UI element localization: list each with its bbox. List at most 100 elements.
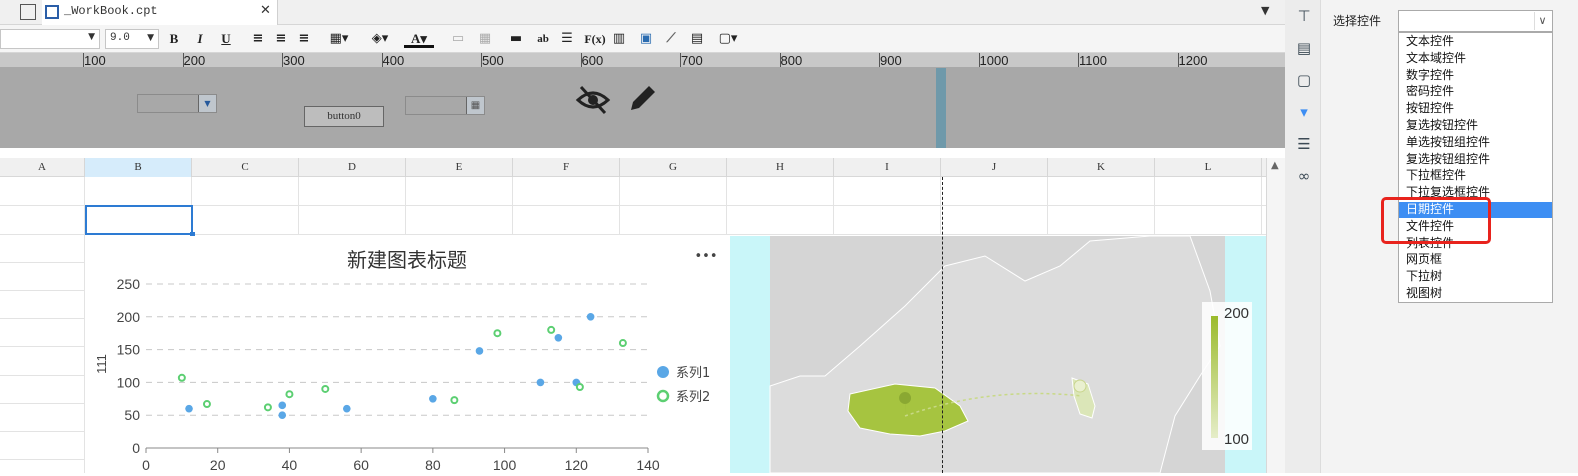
fill-color-icon[interactable]: ◈▾ [366, 30, 394, 48]
slash-icon[interactable]: ⟋ [663, 30, 679, 48]
grid-col-line [405, 177, 406, 235]
underline-button[interactable]: U [218, 30, 234, 48]
more-tools-icon[interactable]: ▢▾ [714, 30, 742, 48]
layout-icon[interactable]: ⊤ [1294, 6, 1314, 26]
bold-button[interactable]: B [166, 30, 182, 48]
font-color-icon[interactable]: A▾ [404, 30, 434, 48]
widget-option[interactable]: 复选按钮组控件 [1406, 151, 1490, 168]
scatter-point[interactable] [586, 313, 595, 321]
scatter-point[interactable] [554, 333, 563, 342]
link-icon[interactable]: ∞ [1294, 166, 1314, 186]
scatter-point[interactable] [185, 404, 193, 413]
dropdown-widget[interactable]: ▼ [137, 94, 217, 113]
font-size-select[interactable]: 9.0 ▼ [105, 29, 159, 49]
scatter-point[interactable] [278, 411, 287, 419]
scatter-point[interactable] [575, 382, 584, 391]
column-header-b[interactable]: B [85, 158, 192, 177]
chart-menu-icon[interactable]: ••• [694, 249, 717, 264]
tab-menu-icon[interactable]: ▼ [1261, 4, 1269, 17]
scatter-point[interactable] [547, 325, 556, 334]
close-icon[interactable]: ✕ [260, 3, 271, 18]
ruler-tick [1177, 53, 1179, 67]
column-header-a[interactable]: A [0, 158, 85, 177]
wrap-text-icon[interactable]: ☰ [559, 30, 575, 48]
column-header-g[interactable]: G [620, 158, 727, 177]
image-icon[interactable]: ▣ [637, 30, 655, 48]
chevron-down-icon: ▼ [198, 95, 216, 112]
widget-option[interactable]: 密码控件 [1406, 83, 1454, 100]
map-chart[interactable]: 200 100 [730, 236, 1266, 473]
widget-type-select[interactable]: ∨ [1398, 10, 1553, 32]
column-header-c[interactable]: C [192, 158, 299, 177]
grid-icon[interactable] [20, 4, 36, 20]
scatter-point[interactable] [285, 390, 294, 399]
x-tick-label: 40 [282, 457, 298, 473]
grid-row-line [0, 262, 85, 263]
insert-line-icon[interactable]: ▬ [508, 30, 524, 48]
widget-option[interactable]: 单选按钮组控件 [1406, 134, 1490, 151]
scatter-chart[interactable]: 新建图表标题 ••• 0 50 100 150 200 250 0 20 40 60 80 100 120 1… [86, 236, 728, 473]
text-icon[interactable]: ab [534, 30, 552, 48]
scatter-point[interactable] [321, 384, 330, 393]
column-header-i[interactable]: I [834, 158, 941, 177]
button-widget[interactable]: button0 [304, 106, 384, 127]
grid-col-line [512, 177, 513, 235]
column-header-d[interactable]: D [299, 158, 406, 177]
font-name-select[interactable]: ▼ [0, 29, 100, 49]
scatter-point[interactable] [202, 400, 211, 409]
frame-icon[interactable]: ▢ [1294, 70, 1314, 90]
unmerge-cells-icon[interactable]: ▦ [477, 30, 493, 48]
stack-icon[interactable]: ☰ [1294, 134, 1314, 154]
widget-option[interactable]: 复选按钮控件 [1406, 117, 1478, 134]
column-header-e[interactable]: E [406, 158, 513, 177]
chevron-down-icon: ▼ [147, 33, 154, 43]
scatter-point[interactable] [278, 401, 287, 410]
subreport-icon[interactable]: ▤ [689, 30, 705, 48]
italic-button[interactable]: I [192, 30, 208, 48]
splitter-bar[interactable] [936, 68, 946, 148]
scroll-up-icon[interactable]: ▲ [1271, 160, 1279, 171]
column-header-l[interactable]: L [1155, 158, 1262, 177]
format-toolbar: ▼ 9.0 ▼ B I U ≡ ≡ ≡ ▦▾ ◈▾ A▾ ▭ ▦ ▬ ab ☰ … [0, 25, 1285, 53]
scatter-point[interactable] [343, 404, 351, 413]
column-header-j[interactable]: J [941, 158, 1048, 177]
scatter-point[interactable] [177, 373, 186, 382]
widget-option[interactable]: 文本域控件 [1406, 50, 1466, 67]
formula-icon[interactable]: F(x) [584, 30, 606, 48]
widget-option[interactable]: 文本控件 [1406, 33, 1454, 50]
column-header-h[interactable]: H [727, 158, 834, 177]
dropdown-widget-icon[interactable]: ▾ [1294, 102, 1314, 122]
y-tick-label: 100 [117, 374, 141, 390]
ruler-mark: 800 [780, 53, 803, 68]
pencil-icon[interactable] [627, 82, 659, 114]
column-header-k[interactable]: K [1048, 158, 1155, 177]
merge-cells-icon[interactable]: ▭ [450, 30, 466, 48]
eye-hidden-icon[interactable] [575, 84, 611, 116]
widget-option[interactable]: 下拉树 [1406, 268, 1442, 285]
scatter-point[interactable] [536, 378, 545, 387]
chart-svg: 新建图表标题 ••• 0 50 100 150 200 250 0 20 40 60 80 100 120 1… [94, 248, 718, 473]
align-right-icon[interactable]: ≡ [296, 30, 312, 48]
scatter-point[interactable] [493, 329, 502, 338]
vertical-scrollbar[interactable]: ▲ [1266, 158, 1285, 473]
scatter-point[interactable] [618, 339, 627, 348]
widget-option[interactable]: 网页框 [1406, 251, 1442, 268]
grid-col-line [1047, 177, 1048, 235]
widget-option[interactable]: 下拉框控件 [1406, 167, 1466, 184]
border-icon[interactable]: ▦▾ [326, 30, 352, 48]
selected-cell[interactable] [85, 205, 195, 237]
scatter-point[interactable] [450, 396, 459, 405]
align-center-icon[interactable]: ≡ [273, 30, 289, 48]
column-header-f[interactable]: F [513, 158, 620, 177]
widget-option[interactable]: 数字控件 [1406, 67, 1454, 84]
scatter-point[interactable] [263, 403, 272, 412]
widget-settings-icon[interactable]: ▤ [1294, 38, 1314, 58]
workbook-tab[interactable]: _WorkBook.cpt ✕ [42, 0, 278, 25]
widget-option[interactable]: 视图树 [1406, 285, 1442, 302]
chart-icon[interactable]: ▥ [611, 30, 627, 48]
date-widget[interactable]: ▦ [405, 96, 485, 115]
scatter-point[interactable] [429, 395, 437, 403]
widget-option[interactable]: 按钮控件 [1406, 100, 1454, 117]
scatter-point[interactable] [475, 347, 484, 355]
align-left-icon[interactable]: ≡ [250, 30, 266, 48]
